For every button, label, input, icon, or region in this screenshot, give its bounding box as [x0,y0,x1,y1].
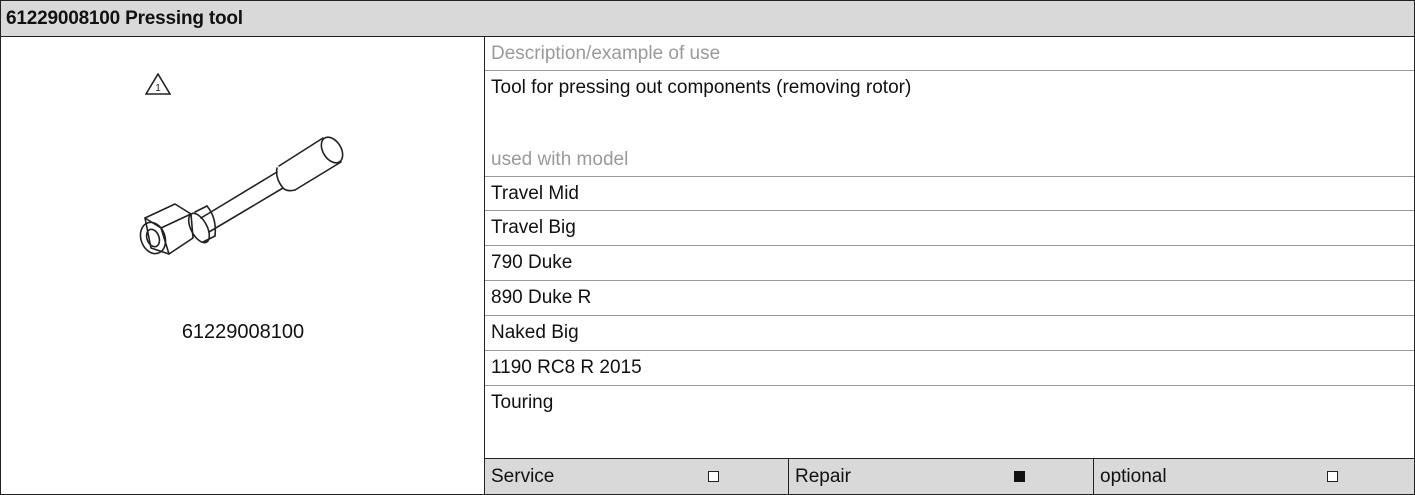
tool-image-cell: 1 61229008100 [1,37,485,494]
divider [485,210,1414,211]
model-item: 1190 RC8 R 2015 [491,357,642,378]
model-item: Touring [491,392,554,413]
model-item: Naked Big [491,322,579,343]
divider [485,315,1414,316]
model-item: 790 Duke [491,252,573,273]
divider [485,245,1414,246]
divider [485,385,1414,386]
description-text: Tool for pressing out components (removi… [491,77,912,98]
svg-text:1: 1 [155,83,161,94]
model-item: Travel Mid [491,183,579,204]
tool-title: 61229008100 Pressing tool [1,1,1414,37]
repair-cell: Repair [789,459,1094,494]
repair-label: Repair [795,466,851,487]
optional-label: optional [1100,466,1167,487]
tool-info-cell: Description/example of use Tool for pres… [485,37,1414,458]
divider [485,176,1414,177]
model-item: Travel Big [491,217,576,238]
optional-checkbox [1327,471,1338,482]
part-number-caption: 61229008100 [181,321,305,343]
warning-triangle-icon: 1 [145,73,171,95]
optional-cell: optional [1094,459,1414,494]
usage-footer: Service Repair optional [485,458,1414,494]
models-label: used with model [491,149,629,170]
description-label: Description/example of use [491,43,721,64]
tool-sheet: 61229008100 Pressing tool 1 61229008100 … [0,0,1415,495]
repair-checkbox [1014,471,1025,482]
divider [485,280,1414,281]
pressing-tool-illustration [139,136,344,255]
model-item: 890 Duke R [491,287,592,308]
service-label: Service [491,466,555,487]
service-checkbox [708,471,719,482]
service-cell: Service [485,459,789,494]
